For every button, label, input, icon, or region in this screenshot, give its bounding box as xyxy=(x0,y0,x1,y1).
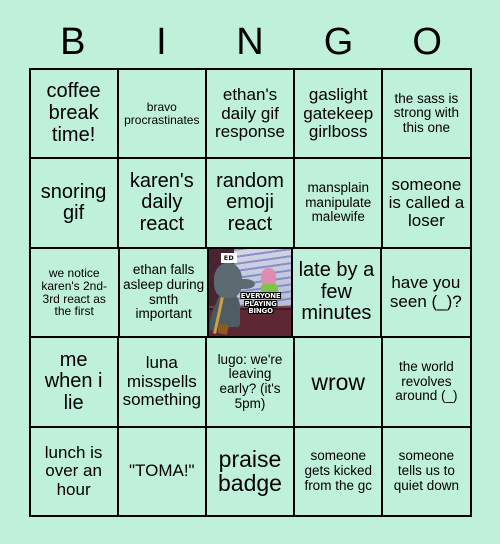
bingo-cell[interactable]: karen's daily react xyxy=(118,159,207,249)
bingo-grid: coffee break time! bravo procrastinates et… xyxy=(28,68,472,518)
bingo-cell[interactable]: gaslight gatekeep girlboss xyxy=(295,70,384,160)
spongebob-squidward-window-meme-image: ED EVERYONE PLAYING BINGO xyxy=(209,248,291,337)
bingo-row: lunch is over an hour "TOMA!" praise badge… xyxy=(30,427,472,518)
meme-badge: ED xyxy=(220,253,237,263)
bingo-cell-text: bravo procrastinates xyxy=(124,99,200,127)
bingo-cell[interactable]: have you seen (_)? xyxy=(382,248,472,339)
bingo-header-letter-g: G xyxy=(323,21,354,63)
bingo-cell[interactable]: ethan's daily gif response xyxy=(206,70,296,160)
bingo-cell[interactable]: snoring gif xyxy=(30,159,119,249)
bingo-card: B I N G O coffee break time! bravo procra… xyxy=(0,0,500,544)
bingo-cell[interactable]: late by a few minutes xyxy=(292,248,383,339)
bingo-cell-text: ethan's daily gif response xyxy=(215,85,285,141)
bingo-cell-text: luna misspells something xyxy=(122,353,202,410)
bingo-cell-text: snoring gif xyxy=(40,180,107,225)
bingo-row: we notice karen's 2nd-3rd react as the f… xyxy=(30,248,472,339)
bingo-cell[interactable]: random emoji react xyxy=(206,159,296,249)
meme-caption: EVERYONE PLAYING BINGO xyxy=(240,292,281,315)
bingo-cell[interactable]: lugo: we're leaving early? (it's 5pm) xyxy=(206,338,296,428)
bingo-cell-text: random emoji react xyxy=(216,169,284,235)
bingo-header-letter-o: O xyxy=(412,21,442,63)
bingo-cell[interactable]: praise badge xyxy=(206,427,296,518)
bingo-cell[interactable]: bravo procrastinates xyxy=(118,70,207,160)
bingo-cell-text: gaslight gatekeep girlboss xyxy=(303,85,374,141)
bingo-cell[interactable]: the world revolves around (_) xyxy=(383,338,472,428)
bingo-cell-text: lunch is over an hour xyxy=(44,442,103,499)
bingo-cell-text: someone gets kicked from the gc xyxy=(304,448,372,493)
bingo-cell-text: late by a few minutes xyxy=(298,259,375,325)
bingo-cell[interactable]: "TOMA!" xyxy=(118,427,207,518)
bingo-cell-text: mansplain manipulate malewife xyxy=(305,180,372,225)
bingo-cell[interactable]: luna misspells something xyxy=(118,338,207,428)
bingo-cell-text: "TOMA!" xyxy=(129,461,195,481)
bingo-cell[interactable]: someone is called a loser xyxy=(383,159,472,249)
bingo-cell-text: the sass is strong with this one xyxy=(393,90,460,135)
bingo-cell[interactable]: coffee break time! xyxy=(30,70,119,160)
bingo-row: coffee break time! bravo procrastinates et… xyxy=(30,70,472,160)
bingo-cell-text: karen's daily react xyxy=(129,169,194,235)
bingo-cell-text: coffee break time! xyxy=(46,80,101,146)
bingo-cell-text: the world revolves around (_) xyxy=(395,359,458,404)
bingo-cell[interactable]: wrow xyxy=(295,338,384,428)
bingo-cell[interactable]: someone tells us to quiet down xyxy=(383,427,472,518)
bingo-cell-image[interactable]: ED EVERYONE PLAYING BINGO xyxy=(209,248,293,339)
bingo-cell[interactable]: me when i lie xyxy=(30,338,119,428)
bingo-cell-text: we notice karen's 2nd-3rd react as the f… xyxy=(41,265,108,319)
bingo-header-letter-b: B xyxy=(60,21,86,63)
bingo-cell-text: ethan falls asleep during smth important xyxy=(123,262,205,322)
bingo-header: B I N G O xyxy=(29,22,472,62)
bingo-cell-text: someone tells us to quiet down xyxy=(393,448,460,493)
bingo-cell-text: have you seen (_)? xyxy=(389,273,462,311)
bingo-cell-text: wrow xyxy=(311,368,366,395)
bingo-row: snoring gif karen's daily react random emo… xyxy=(30,159,472,249)
bingo-header-letter-n: N xyxy=(236,21,264,63)
bingo-cell[interactable]: lunch is over an hour xyxy=(30,427,119,518)
bingo-cell-text: praise badge xyxy=(218,445,282,497)
bingo-cell[interactable]: someone gets kicked from the gc xyxy=(295,427,384,518)
bingo-cell[interactable]: the sass is strong with this one xyxy=(383,70,472,160)
bingo-cell-text: someone is called a loser xyxy=(388,174,465,231)
bingo-cell[interactable]: we notice karen's 2nd-3rd react as the f… xyxy=(30,248,120,339)
bingo-cell[interactable]: mansplain manipulate malewife xyxy=(295,159,384,249)
bingo-header-letter-i: I xyxy=(156,21,167,63)
bingo-row: me when i lie luna misspells something lug… xyxy=(30,338,472,428)
bingo-cell[interactable]: ethan falls asleep during smth important xyxy=(119,248,210,339)
bingo-cell-text: me when i lie xyxy=(44,348,103,414)
bingo-cell-text: lugo: we're leaving early? (it's 5pm) xyxy=(217,351,283,411)
